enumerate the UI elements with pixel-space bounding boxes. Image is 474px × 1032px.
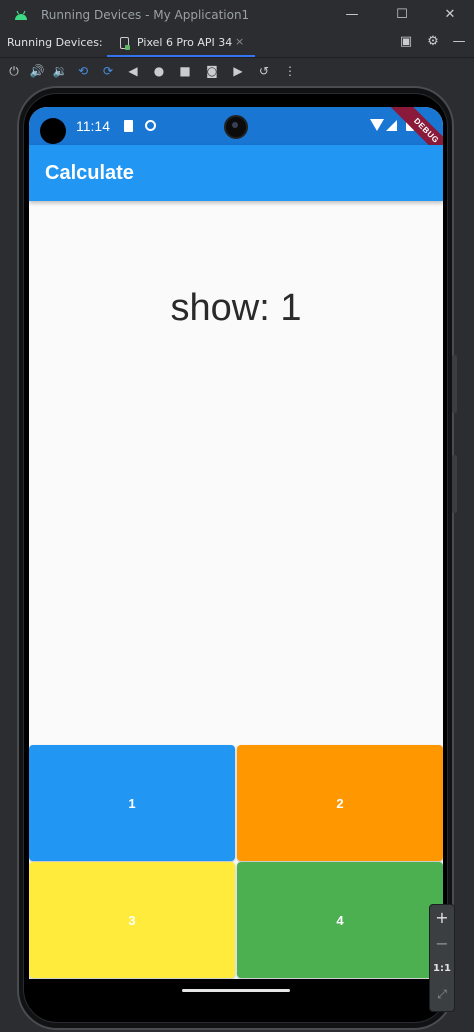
zoom-in-button[interactable]: + — [430, 908, 454, 927]
overview-icon[interactable]: ■ — [176, 62, 194, 80]
key-4-button[interactable]: 4 — [237, 862, 443, 978]
gesture-handle[interactable] — [182, 989, 290, 992]
signal-icon — [386, 120, 397, 131]
back-icon[interactable]: ◀ — [124, 62, 142, 80]
device-screen[interactable]: 11:14 DEBUG Calculate show: 1 1 2 3 4 — [29, 107, 443, 999]
close-window-button[interactable]: ✕ — [440, 6, 460, 24]
status-bar: 11:14 — [29, 107, 443, 145]
tab-label: Pixel 6 Pro API 34 — [137, 36, 233, 49]
notification-dot-icon — [40, 118, 66, 144]
screenshot-icon[interactable]: ◙ — [203, 62, 221, 80]
page-title: Calculate — [45, 162, 134, 184]
record-icon[interactable]: ▶ — [229, 62, 247, 80]
running-devices-header: Running Devices: Pixel 6 Pro API 34 × ▣ … — [0, 30, 474, 58]
zoom-fit-button[interactable]: ⤢ — [430, 987, 454, 1002]
navigation-bar — [29, 979, 443, 999]
power-key — [452, 455, 457, 513]
minimize-button[interactable]: — — [342, 6, 362, 24]
hide-icon[interactable]: — — [451, 34, 467, 49]
layout-icon[interactable]: ▣ — [398, 34, 414, 49]
settings-icon[interactable]: ⚙ — [425, 34, 441, 49]
zoom-controls: + − 1:1 ⤢ — [429, 904, 455, 1012]
wifi-icon — [370, 119, 384, 131]
tab-close-icon[interactable]: × — [235, 35, 244, 48]
window-titlebar: Running Devices - My Application1 — ☐ ✕ — [0, 0, 474, 30]
rotate-right-icon[interactable]: ⟳ — [99, 62, 117, 80]
app-bar: Calculate — [29, 145, 443, 201]
reset-icon[interactable]: ↺ — [255, 62, 273, 80]
power-icon[interactable]: ⏻ — [5, 62, 23, 80]
volume-rocker — [452, 355, 457, 413]
volume-up-icon[interactable]: 🔊 — [28, 62, 46, 80]
zoom-out-button[interactable]: − — [430, 934, 454, 953]
running-indicator-icon — [125, 45, 130, 50]
zoom-actual-size-button[interactable]: 1:1 — [430, 963, 454, 974]
sd-card-icon — [124, 120, 133, 132]
key-1-button[interactable]: 1 — [29, 745, 235, 861]
status-time: 11:14 — [76, 118, 110, 134]
front-camera-icon — [224, 115, 248, 139]
volume-down-icon[interactable]: 🔉 — [51, 62, 69, 80]
home-icon[interactable]: ● — [150, 62, 168, 80]
rotate-left-icon[interactable]: ⟲ — [74, 62, 92, 80]
emulator-toolbar: ⏻ 🔊 🔉 ⟲ ⟳ ◀ ● ■ ◙ ▶ ↺ ⋮ — [0, 58, 474, 84]
more-icon[interactable]: ⋮ — [281, 62, 299, 80]
key-3-button[interactable]: 3 — [29, 862, 235, 978]
tab-pixel-6-pro[interactable]: Pixel 6 Pro API 34 × — [107, 30, 255, 57]
running-devices-label: Running Devices: — [7, 36, 103, 49]
key-grid: 1 2 3 4 — [29, 745, 443, 979]
result-display: show: 1 — [170, 287, 302, 329]
android-logo-icon — [15, 10, 27, 20]
face-icon — [145, 120, 156, 131]
window-title: Running Devices - My Application1 — [41, 8, 250, 22]
maximize-button[interactable]: ☐ — [392, 6, 412, 24]
key-2-button[interactable]: 2 — [237, 745, 443, 861]
